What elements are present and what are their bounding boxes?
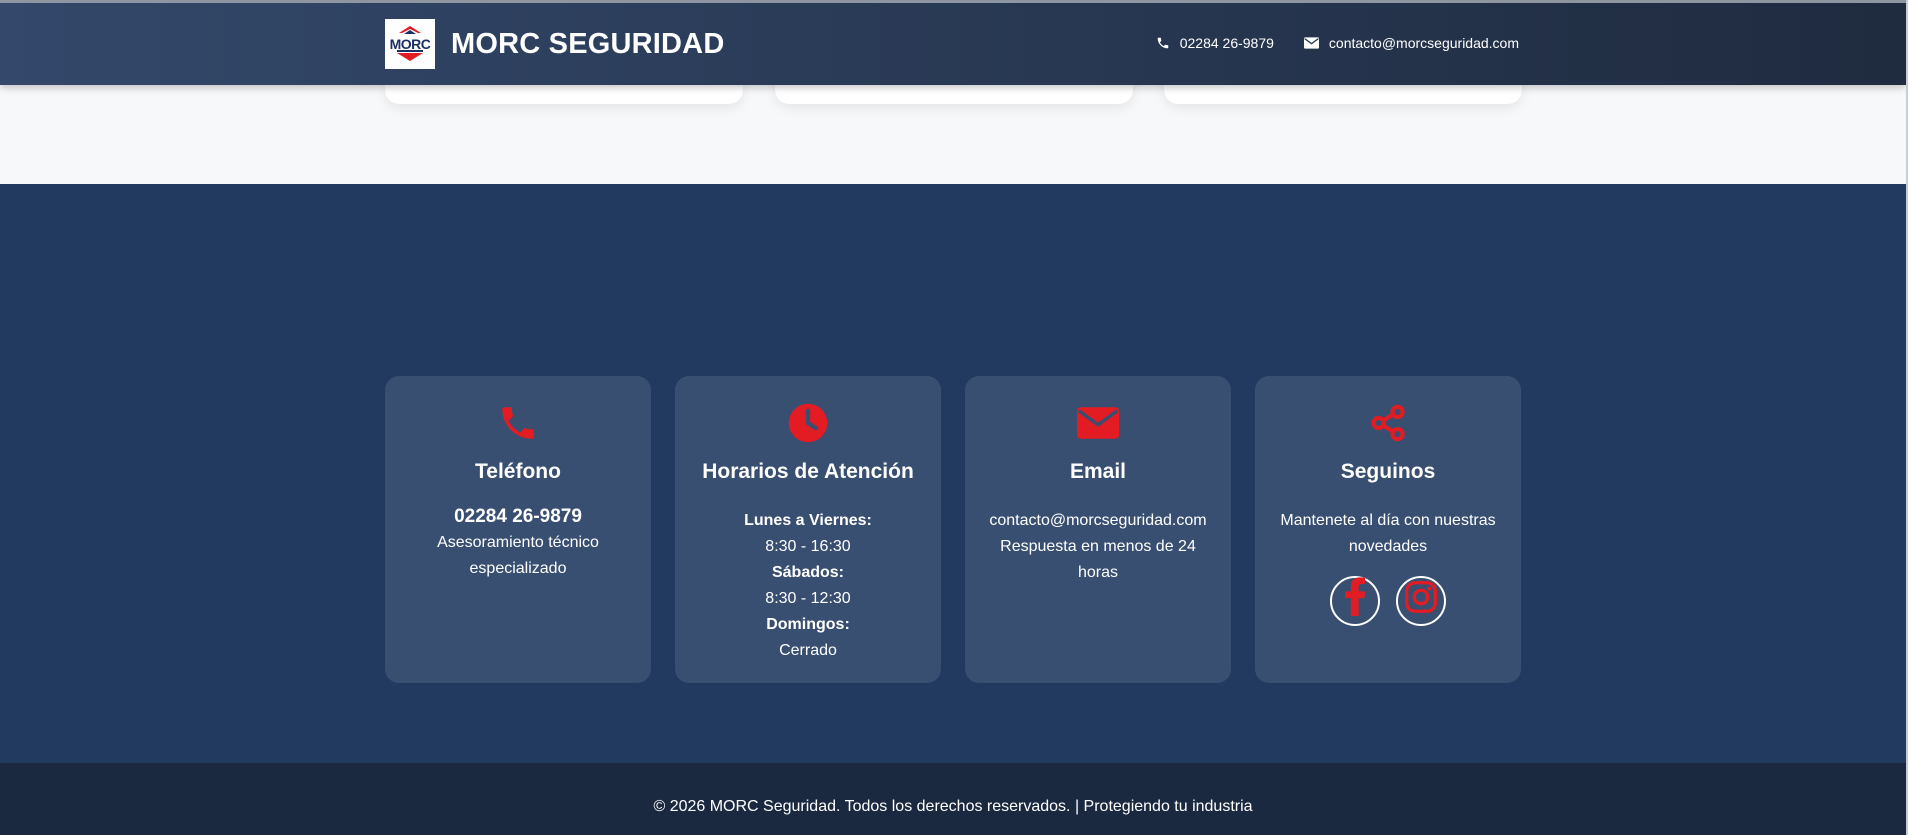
- facebook-icon: [1345, 577, 1366, 616]
- card-phone[interactable]: 02284 26-9879: [385, 504, 651, 530]
- envelope-icon: [1077, 407, 1119, 439]
- schedule-day: Domingos:: [766, 616, 850, 633]
- card-email[interactable]: contacto@morcseguridad.com: [965, 508, 1231, 534]
- social-links: [1255, 576, 1521, 626]
- schedule-hours: 8:30 - 16:30: [765, 538, 851, 555]
- envelope-icon: [1303, 37, 1319, 49]
- header-phone: 02284 26-9879: [1179, 35, 1274, 51]
- phone-icon: [502, 407, 534, 439]
- card-text: especializado: [469, 560, 567, 577]
- schedule-hours: Cerrado: [779, 642, 837, 659]
- card-title: Seguinos: [1340, 460, 1436, 483]
- instagram-link[interactable]: [1396, 576, 1446, 626]
- phone-card: Teléfono 02284 26-9879 Asesoramiento téc…: [385, 376, 651, 683]
- phone-icon: [1157, 37, 1168, 49]
- brand-name[interactable]: MORC SEGURIDAD: [451, 28, 724, 61]
- header-contact-bar: 02284 26-9879 contacto@morcseguridad.com: [1126, 35, 1519, 51]
- logo-text: MORC: [389, 36, 431, 52]
- header-email: contacto@morcseguridad.com: [1328, 35, 1519, 51]
- site-header: MORC MORC SEGURIDAD 02284 26-9879 contac…: [0, 3, 1906, 85]
- card-title: Teléfono: [475, 460, 561, 483]
- social-card: Seguinos Mantenete al día con nuestras n…: [1255, 376, 1521, 683]
- card-title: Email: [1069, 460, 1127, 483]
- header-email-link[interactable]: contacto@morcseguridad.com: [1303, 35, 1519, 51]
- card-text: horas: [1077, 564, 1119, 581]
- contact-section: [0, 184, 1906, 763]
- card-title: Horarios de Atención: [702, 460, 914, 483]
- footer-text: © 2026 MORC Seguridad. Todos los derecho…: [653, 798, 1253, 815]
- instagram-icon: [1405, 581, 1437, 613]
- window-top-border: [0, 0, 1908, 3]
- schedule-day: Lunes a Viernes:: [744, 512, 872, 529]
- card-text: Asesoramiento técnico: [437, 534, 599, 551]
- card-text: Respuesta en menos de 24: [1000, 538, 1196, 555]
- header-phone-link[interactable]: 02284 26-9879: [1156, 35, 1274, 51]
- email-card: Email contacto@morcseguridad.com Respues…: [965, 376, 1231, 683]
- card-text: Mantenete al día con nuestras: [1280, 512, 1496, 529]
- card-text: novedades: [1348, 538, 1428, 555]
- schedule-day: Sábados:: [771, 564, 844, 581]
- site-footer: © 2026 MORC Seguridad. Todos los derecho…: [0, 763, 1906, 835]
- company-logo[interactable]: MORC: [385, 19, 435, 69]
- share-icon: [1371, 404, 1405, 442]
- facebook-link[interactable]: [1330, 576, 1380, 626]
- hours-card: Horarios de Atención Lunes a Viernes: 8:…: [675, 376, 941, 683]
- schedule-hours: 8:30 - 12:30: [765, 590, 851, 607]
- brand[interactable]: MORC MORC SEGURIDAD: [385, 19, 724, 69]
- clock-icon: [788, 403, 828, 443]
